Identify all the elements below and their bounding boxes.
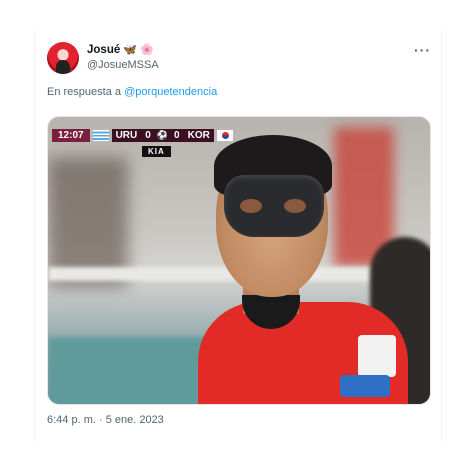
uruguay-flag-icon: [92, 130, 109, 141]
left-eye: [240, 199, 262, 213]
author-handle[interactable]: @JosueMSSA: [87, 59, 159, 71]
tweet-media-image[interactable]: 12:07 URU 0 ⚽ 0 KOR KIA: [47, 116, 431, 405]
sponsor-logo: KIA: [142, 146, 171, 157]
display-name[interactable]: Josué: [87, 44, 120, 56]
butterfly-icon: 🦋: [123, 44, 137, 56]
flower-icon: 🌸: [139, 44, 154, 56]
away-score: 0: [170, 129, 184, 142]
tweet-card: Josué 🦋 🌸 @JosueMSSA ··· En respuesta a …: [34, 30, 442, 442]
reply-prefix: En respuesta a: [47, 86, 121, 98]
tweet-timestamp[interactable]: 6:44 p. m. · 5 ene. 2023: [47, 414, 164, 426]
scorebug: 12:07 URU 0 ⚽ 0 KOR: [52, 129, 236, 142]
home-team: URU: [111, 129, 142, 142]
home-score: 0: [141, 129, 155, 142]
soccer-ball-icon: ⚽: [154, 129, 171, 142]
korea-flag-icon: [216, 130, 233, 141]
avatar[interactable]: [47, 42, 79, 74]
reply-to-link[interactable]: @porquetendencia: [124, 86, 217, 98]
jersey-patch: [358, 335, 396, 377]
match-clock: 12:07: [52, 129, 90, 142]
away-team: KOR: [183, 129, 214, 142]
more-horizontal-icon[interactable]: ···: [414, 42, 431, 58]
face-mask: [224, 175, 324, 237]
right-eye: [284, 199, 306, 213]
captain-armband: [340, 375, 390, 397]
reply-context: En respuesta a @porquetendencia: [47, 86, 217, 98]
author-name-row[interactable]: Josué 🦋 🌸: [87, 43, 154, 57]
